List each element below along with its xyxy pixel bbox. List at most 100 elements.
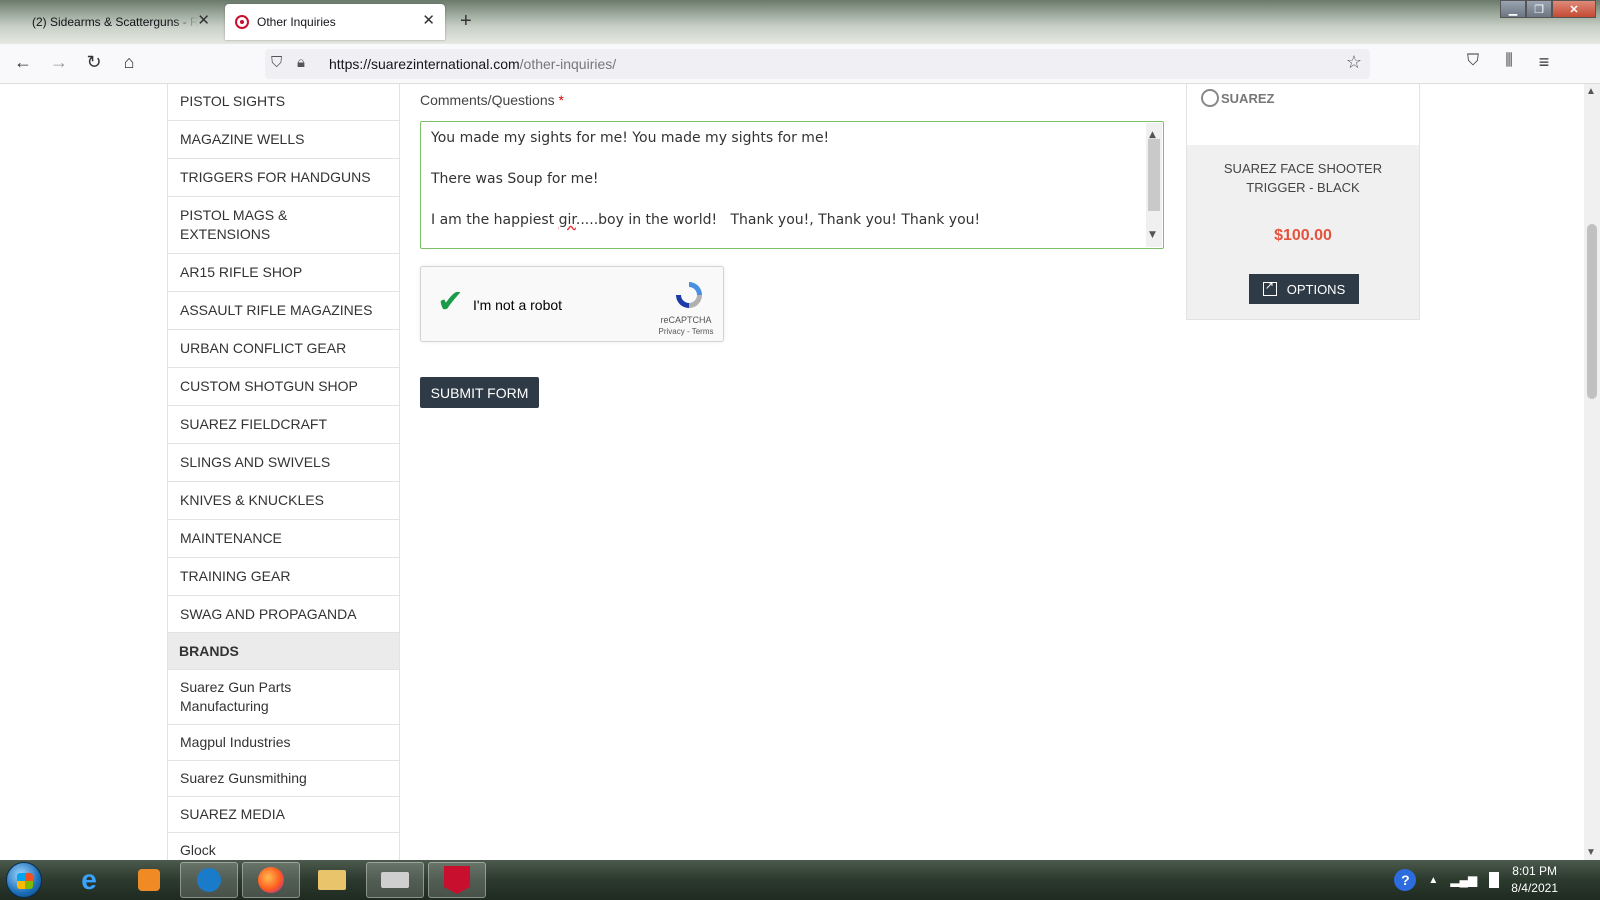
textarea-scrollbar[interactable]: ▲ ▼ bbox=[1146, 123, 1162, 247]
browser-tab-bar: (2) Sidearms & Scatterguns - RD ✕ Other … bbox=[0, 0, 1600, 44]
category-item[interactable]: MAGAZINE WELLS bbox=[168, 121, 399, 159]
home-icon[interactable]: ⌂ bbox=[117, 52, 141, 73]
product-name[interactable]: SUAREZ FACE SHOOTER TRIGGER - BLACK bbox=[1195, 159, 1411, 197]
system-tray: ? ▲ ▂▄▆ 8:01 PM 8/4/2021 bbox=[1394, 860, 1600, 900]
comments-label: Comments/Questions * bbox=[420, 92, 564, 108]
url-domain: https://suarezinternational.com bbox=[329, 56, 520, 72]
page-scrollbar[interactable]: ▲ ▼ bbox=[1584, 84, 1600, 860]
brand-item[interactable]: SUAREZ MEDIA bbox=[168, 796, 399, 832]
recaptcha-terms[interactable]: Privacy - Terms bbox=[651, 327, 721, 336]
category-item[interactable]: SLINGS AND SWIVELS bbox=[168, 444, 399, 482]
external-link-icon bbox=[1262, 279, 1277, 296]
misspelled-word: gir bbox=[558, 212, 576, 228]
close-icon[interactable]: ✕ bbox=[422, 13, 435, 29]
category-item[interactable]: PISTOL SIGHTS bbox=[168, 84, 399, 121]
clock[interactable]: 8:01 PM 8/4/2021 bbox=[1511, 863, 1558, 897]
category-item[interactable]: TRIGGERS FOR HANDGUNS bbox=[168, 159, 399, 197]
category-item[interactable]: AR15 RIFLE SHOP bbox=[168, 254, 399, 292]
brand-item[interactable]: Magpul Industries bbox=[168, 724, 399, 760]
options-button[interactable]: OPTIONS bbox=[1249, 274, 1359, 304]
url-text[interactable]: https://suarezinternational.com/other-in… bbox=[329, 56, 616, 72]
brands-panel: BRANDS Suarez Gun Parts Manufacturing Ma… bbox=[167, 632, 400, 860]
comment-blank-line bbox=[431, 190, 1133, 211]
pocket-icon[interactable]: ⛉ bbox=[1461, 52, 1485, 70]
show-hidden-icons-icon[interactable]: ▲ bbox=[1428, 875, 1438, 886]
category-item[interactable]: SUAREZ FIELDCRAFT bbox=[168, 406, 399, 444]
checkmark-icon[interactable]: ✔ bbox=[437, 285, 464, 317]
back-icon[interactable]: ← bbox=[11, 52, 35, 73]
url-path: /other-inquiries/ bbox=[519, 56, 617, 72]
page-scroll-thumb[interactable] bbox=[1587, 224, 1597, 399]
scroll-down-icon[interactable]: ▼ bbox=[1586, 847, 1596, 858]
start-button[interactable] bbox=[6, 862, 42, 898]
scroll-down-icon[interactable]: ▼ bbox=[1149, 225, 1156, 246]
file-explorer-icon[interactable] bbox=[303, 862, 361, 898]
lock-icon[interactable]: 🔒︎ bbox=[297, 54, 305, 71]
category-item[interactable]: CUSTOM SHOTGUN SHOP bbox=[168, 368, 399, 406]
browser-nav-bar: ← → ↻ ⌂ ⛉ 🔒︎ https://suarezinternational… bbox=[0, 44, 1600, 84]
logo-text: SUAREZ bbox=[1221, 90, 1275, 106]
category-item[interactable]: TRAINING GEAR bbox=[168, 558, 399, 596]
reload-icon[interactable]: ↻ bbox=[82, 52, 106, 73]
window-controls: ▁ ❐ ✕ bbox=[1500, 0, 1596, 18]
clock-time: 8:01 PM bbox=[1512, 864, 1557, 878]
help-icon[interactable]: ? bbox=[1394, 869, 1417, 891]
printer-app-icon[interactable] bbox=[366, 862, 424, 898]
forward-icon[interactable]: → bbox=[47, 52, 71, 73]
product-price: $100.00 bbox=[1274, 227, 1332, 244]
category-item[interactable]: PISTOL MAGS & EXTENSIONS bbox=[168, 197, 399, 254]
submit-form-button[interactable]: SUBMIT FORM bbox=[420, 377, 539, 408]
menu-icon[interactable]: ≡ bbox=[1532, 52, 1556, 73]
tab-title: (2) Sidearms & Scatterguns - RD bbox=[32, 15, 198, 29]
windows-taskbar: e ? ▲ ▂▄▆ 8:01 PM 8/4/2021 bbox=[0, 860, 1600, 900]
textarea-scroll-thumb[interactable] bbox=[1148, 139, 1160, 211]
suarez-logo: SUAREZ bbox=[1201, 89, 1274, 107]
comments-label-text: Comments/Questions bbox=[420, 92, 555, 108]
tab-title: Other Inquiries bbox=[257, 15, 336, 29]
comments-textarea[interactable]: You made my sights for me! You made my s… bbox=[420, 121, 1164, 249]
brand-item[interactable]: Suarez Gun Parts Manufacturing bbox=[168, 669, 399, 724]
hp-app-icon[interactable] bbox=[180, 862, 238, 898]
comment-line: You made my sights for me! You made my s… bbox=[431, 130, 830, 146]
brand-item[interactable]: Suarez Gunsmithing bbox=[168, 760, 399, 796]
bookmark-star-icon[interactable]: ☆ bbox=[1346, 52, 1362, 73]
minimize-icon[interactable]: ▁ bbox=[1500, 0, 1526, 18]
shield-icon[interactable]: ⛉ bbox=[271, 54, 282, 71]
firefox-icon[interactable] bbox=[242, 862, 300, 898]
tab-sidearms-scatterguns[interactable]: (2) Sidearms & Scatterguns - RD ✕ bbox=[22, 4, 220, 40]
category-item[interactable]: URBAN CONFLICT GEAR bbox=[168, 330, 399, 368]
media-player-icon[interactable] bbox=[120, 862, 178, 898]
comment-line: There was Soup for me! bbox=[431, 171, 599, 187]
product-image[interactable]: SUAREZ bbox=[1187, 84, 1419, 145]
mcafee-icon[interactable] bbox=[428, 862, 486, 898]
category-list: PISTOL SIGHTS MAGAZINE WELLS TRIGGERS FO… bbox=[167, 84, 400, 634]
recaptcha-label: I'm not a robot bbox=[473, 297, 563, 313]
page-content: PISTOL SIGHTS MAGAZINE WELLS TRIGGERS FO… bbox=[0, 84, 1584, 860]
internet-explorer-icon[interactable]: e bbox=[60, 862, 118, 898]
options-label: OPTIONS bbox=[1286, 281, 1346, 297]
restore-icon[interactable]: ❐ bbox=[1526, 0, 1552, 18]
comment-line: I am the happiest gir.....boy in the wor… bbox=[431, 210, 1133, 231]
tab-other-inquiries[interactable]: Other Inquiries ✕ bbox=[225, 4, 445, 40]
category-item[interactable]: SWAG AND PROPAGANDA bbox=[168, 596, 399, 633]
comment-blank-line bbox=[431, 149, 1133, 170]
library-icon[interactable]: ⫼ bbox=[1497, 52, 1521, 70]
clock-date: 8/4/2021 bbox=[1511, 881, 1558, 895]
suarez-favicon-icon bbox=[235, 15, 249, 29]
battery-icon[interactable] bbox=[1489, 872, 1500, 888]
suarez-logo-icon bbox=[1201, 89, 1219, 107]
window-close-icon[interactable]: ✕ bbox=[1552, 0, 1596, 18]
close-icon[interactable]: ✕ bbox=[197, 13, 210, 29]
url-bar[interactable]: ⛉ 🔒︎ https://suarezinternational.com/oth… bbox=[265, 49, 1370, 79]
new-tab-icon[interactable]: + bbox=[460, 10, 472, 33]
category-item[interactable]: MAINTENANCE bbox=[168, 520, 399, 558]
brand-item[interactable]: Glock bbox=[168, 832, 399, 860]
required-mark: * bbox=[558, 92, 564, 108]
category-item[interactable]: ASSAULT RIFLE MAGAZINES bbox=[168, 292, 399, 330]
comment-text: .....boy in the world! Thank you!, Thank… bbox=[575, 212, 981, 228]
comment-text: I am the happiest bbox=[431, 212, 559, 228]
scroll-up-icon[interactable]: ▲ bbox=[1586, 86, 1596, 97]
category-item[interactable]: KNIVES & KNUCKLES bbox=[168, 482, 399, 520]
network-icon[interactable]: ▂▄▆ bbox=[1450, 873, 1477, 887]
brands-heading: BRANDS bbox=[168, 633, 399, 669]
